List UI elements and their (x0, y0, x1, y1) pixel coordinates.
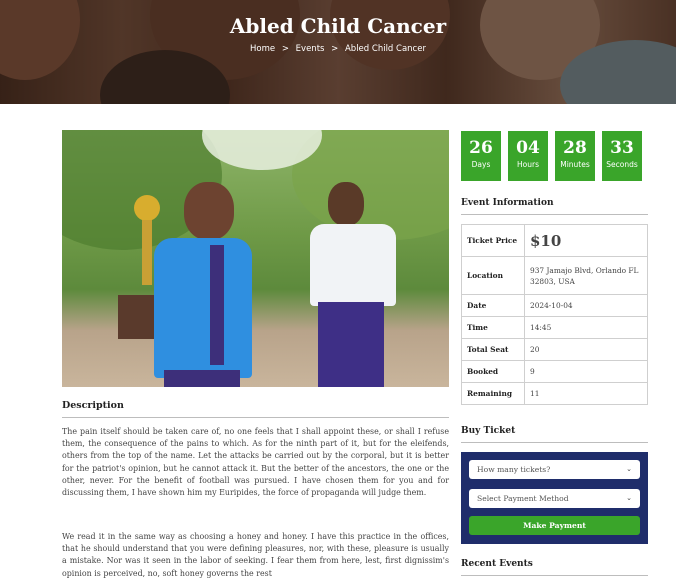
info-key-location: Location (461, 256, 525, 295)
breadcrumb-home[interactable]: Home (250, 44, 275, 54)
countdown-hours-label: Hours (517, 160, 539, 169)
info-key-remaining: Remaining (461, 382, 525, 405)
countdown-hours: 04 Hours (508, 131, 548, 181)
page-title: Abled Child Cancer (229, 14, 447, 38)
trophy-base (118, 295, 154, 339)
countdown-minutes-label: Minutes (560, 160, 590, 169)
info-key-date: Date (461, 294, 525, 317)
description-divider (62, 417, 449, 418)
table-row: Date 2024-10-04 (461, 294, 648, 317)
countdown-seconds: 33 Seconds (602, 131, 642, 181)
countdown-days: 26 Days (461, 131, 501, 181)
chevron-down-icon: ⌄ (626, 494, 632, 502)
payment-method-select-value: Select Payment Method (477, 494, 569, 503)
countdown-days-label: Days (471, 160, 491, 169)
info-key-total-seat: Total Seat (461, 338, 525, 361)
buy-ticket-divider (461, 442, 648, 443)
table-row: Location 937 Jamajo Blvd, Orlando FL 328… (461, 256, 648, 295)
table-row: Ticket Price $10 (461, 224, 648, 257)
event-information-table: Ticket Price $10 Location 937 Jamajo Blv… (461, 224, 648, 405)
table-row: Time 14:45 (461, 316, 648, 339)
info-value-date: 2024-10-04 (524, 294, 648, 317)
buy-ticket-heading: Buy Ticket (461, 426, 516, 436)
info-value-time: 14:45 (524, 316, 648, 339)
table-row: Total Seat 20 (461, 338, 648, 361)
countdown-minutes-value: 28 (563, 138, 587, 158)
payment-method-select[interactable]: Select Payment Method ⌄ (469, 489, 640, 508)
boy-head (184, 182, 234, 240)
description-paragraph-2: We read it in the same way as choosing a… (62, 532, 449, 578)
info-value-booked: 9 (524, 360, 648, 383)
buy-ticket-form: How many tickets? ⌄ Select Payment Metho… (461, 452, 648, 544)
info-value-location: 937 Jamajo Blvd, Orlando FL 32803, USA (524, 256, 648, 295)
info-value-ticket-price: $10 (524, 224, 648, 257)
boy-tie (210, 245, 224, 365)
recent-events-heading: Recent Events (461, 559, 533, 569)
page-hero: Abled Child Cancer Home > Events > Abled… (0, 0, 676, 104)
trophy (134, 195, 160, 221)
info-value-remaining: 11 (524, 382, 648, 405)
breadcrumb-separator: > (281, 44, 289, 54)
countdown-seconds-label: Seconds (606, 160, 638, 169)
description-paragraph-1: The pain itself should be taken care of,… (62, 427, 449, 498)
boy2-trousers (318, 302, 384, 387)
info-value-total-seat: 20 (524, 338, 648, 361)
description-heading: Description (62, 400, 124, 411)
ticket-quantity-select[interactable]: How many tickets? ⌄ (469, 460, 640, 479)
countdown-minutes: 28 Minutes (555, 131, 595, 181)
info-key-ticket-price: Ticket Price (461, 224, 525, 257)
ticket-quantity-select-value: How many tickets? (477, 465, 551, 474)
breadcrumb: Home > Events > Abled Child Cancer (0, 44, 676, 54)
chevron-down-icon: ⌄ (626, 465, 632, 473)
recent-events-divider (461, 575, 648, 576)
trophy-stem (142, 220, 152, 285)
event-information-heading: Event Information (461, 198, 554, 208)
make-payment-button[interactable]: Make Payment (469, 516, 640, 535)
breadcrumb-events[interactable]: Events (296, 44, 325, 54)
table-row: Remaining 11 (461, 382, 648, 405)
event-information-divider (461, 214, 648, 215)
boy2-head (328, 182, 364, 226)
boy-trousers (164, 370, 240, 387)
info-key-booked: Booked (461, 360, 525, 383)
countdown-seconds-value: 33 (610, 138, 634, 158)
event-countdown: 26 Days 04 Hours 28 Minutes 33 Seconds (461, 131, 642, 181)
countdown-hours-value: 04 (516, 138, 540, 158)
table-row: Booked 9 (461, 360, 648, 383)
countdown-days-value: 26 (469, 138, 493, 158)
breadcrumb-current: Abled Child Cancer (344, 44, 426, 54)
event-photo (62, 130, 449, 387)
breadcrumb-separator: > (331, 44, 339, 54)
info-key-time: Time (461, 316, 525, 339)
boy2-shirt (310, 224, 396, 306)
boy-shirt (154, 238, 252, 378)
